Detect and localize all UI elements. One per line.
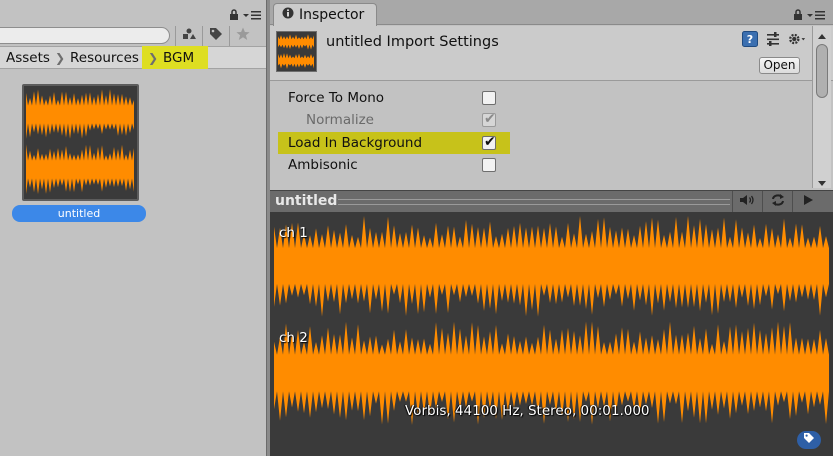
- preview-toolbar: untitled: [270, 190, 833, 212]
- info-icon: [282, 7, 294, 23]
- force-to-mono-checkbox[interactable]: [482, 91, 496, 105]
- checkmark-icon: ✔: [484, 111, 496, 127]
- breadcrumb-item-resources[interactable]: Resources: [67, 46, 142, 69]
- shapes-icon: [182, 28, 196, 44]
- breadcrumb-item-bgm[interactable]: ❯ BGM: [141, 46, 209, 69]
- page-title: untitled Import Settings: [326, 34, 499, 50]
- property-label: Load In Background: [288, 135, 423, 151]
- tab-inspector[interactable]: Inspector: [273, 3, 377, 26]
- speaker-icon: [739, 194, 757, 210]
- preset-icon[interactable]: [764, 30, 782, 48]
- lock-icon[interactable]: [793, 9, 803, 24]
- waveform-preview: ch 1 ch 2 Vorbis, 44100 Hz, Stereo, 00:0…: [270, 212, 833, 456]
- loop-button[interactable]: [762, 191, 792, 212]
- inspector-panel: Inspector untitled Import Settings ? Ope…: [270, 0, 833, 456]
- inspector-scrollbar[interactable]: [812, 26, 831, 188]
- project-panel: Assets ❯ Resources ❯ BGM untitled: [0, 0, 266, 456]
- import-settings: Force To Mono Normalize ✔ Load In Backgr…: [270, 82, 812, 190]
- open-button[interactable]: Open: [759, 57, 800, 74]
- favorites-button[interactable]: [229, 26, 255, 46]
- tag-icon: [209, 27, 223, 45]
- property-label: Force To Mono: [288, 90, 385, 106]
- asset-thumbnail[interactable]: [22, 84, 139, 201]
- waveform-display: [274, 215, 829, 425]
- lock-icon[interactable]: [229, 9, 239, 24]
- asset-labels-button[interactable]: [797, 431, 821, 449]
- asset-label[interactable]: untitled: [12, 205, 146, 222]
- property-normalize: Normalize ✔: [278, 109, 510, 131]
- asset-preview-thumbnail: [276, 31, 317, 72]
- preview-title: untitled: [275, 193, 338, 209]
- channel-label: ch 1: [279, 225, 308, 241]
- property-ambisonic: Ambisonic: [278, 154, 510, 176]
- chevron-up-icon[interactable]: [817, 29, 827, 44]
- property-load-in-background: Load In Background ✔: [278, 132, 510, 154]
- inspector-header: untitled Import Settings ? Open: [270, 26, 833, 81]
- chevron-right-icon: ❯: [54, 50, 65, 65]
- tab-strip: Inspector: [270, 0, 833, 26]
- breadcrumb-item-label: BGM: [163, 49, 195, 66]
- chevron-down-icon[interactable]: [817, 176, 827, 191]
- checkmark-icon: ✔: [484, 134, 496, 150]
- panel-menu-icon[interactable]: [242, 9, 262, 24]
- tab-label: Inspector: [299, 7, 365, 23]
- preview-resize-handle[interactable]: [338, 199, 730, 205]
- play-icon: [802, 194, 814, 210]
- normalize-checkbox: ✔: [482, 111, 496, 127]
- chevron-right-icon: ❯: [147, 50, 159, 65]
- ambisonic-checkbox[interactable]: [482, 158, 496, 172]
- search-by-type-button[interactable]: [175, 26, 201, 46]
- audio-info: Vorbis, 44100 Hz, Stereo, 00:01.000: [405, 403, 650, 419]
- channel-label: ch 2: [279, 330, 308, 346]
- scrollbar-thumb[interactable]: [816, 44, 828, 98]
- loop-icon: [770, 193, 786, 211]
- svg-text:?: ?: [747, 33, 753, 46]
- tag-icon: [803, 432, 815, 448]
- panel-menu-icon[interactable]: [806, 9, 826, 24]
- property-label: Normalize: [306, 112, 374, 128]
- help-icon[interactable]: ?: [741, 30, 759, 48]
- property-force-to-mono: Force To Mono: [278, 87, 510, 109]
- load-in-background-checkbox[interactable]: ✔: [482, 134, 496, 150]
- search-input[interactable]: [0, 27, 170, 44]
- breadcrumb: Assets ❯ Resources ❯ BGM: [0, 46, 266, 69]
- waveform-icon: [277, 32, 316, 71]
- search-by-label-button[interactable]: [202, 26, 228, 46]
- gear-icon[interactable]: [788, 30, 806, 48]
- property-label: Ambisonic: [288, 157, 358, 173]
- breadcrumb-item-assets[interactable]: Assets: [0, 46, 53, 69]
- star-icon: [235, 27, 250, 45]
- project-panel-header: [0, 0, 266, 26]
- auto-play-button[interactable]: [732, 191, 762, 212]
- play-button[interactable]: [792, 191, 822, 212]
- waveform-icon: [24, 86, 137, 199]
